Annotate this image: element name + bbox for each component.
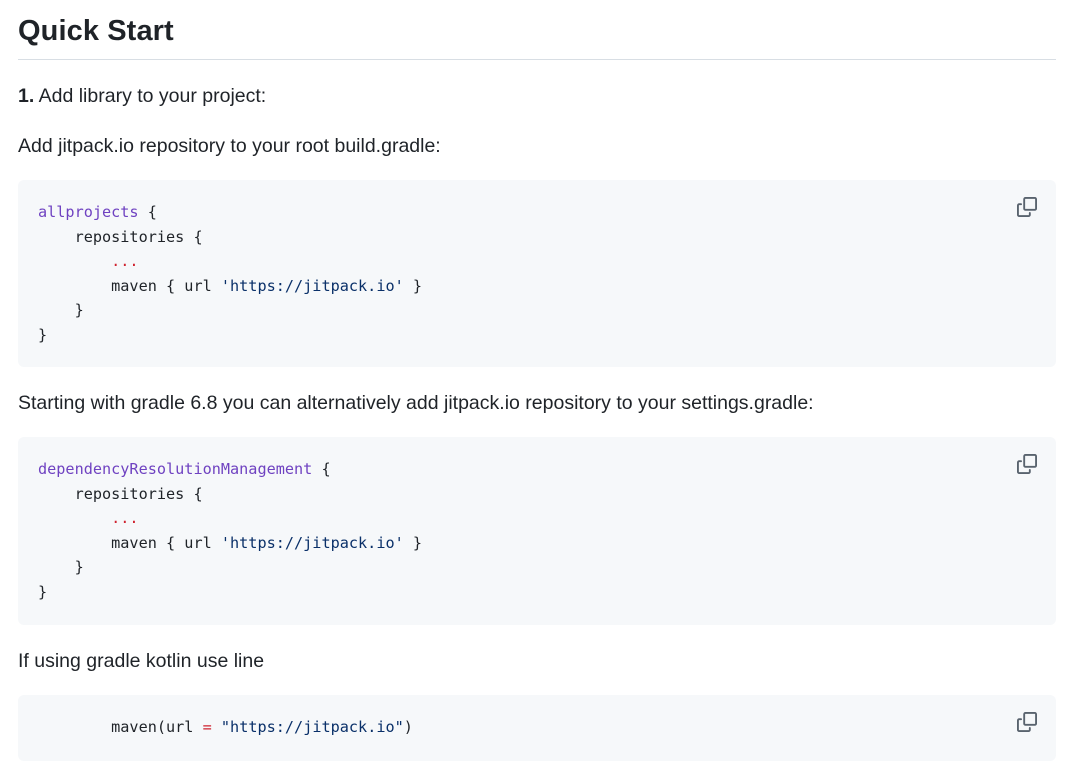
copy-button[interactable] xyxy=(1016,196,1038,218)
code-string: "https://jitpack.io" xyxy=(220,718,404,736)
code-block-build-gradle[interactable]: allprojects { repositories { ... maven {… xyxy=(18,180,1056,367)
copy-button[interactable] xyxy=(1016,453,1038,475)
code-text: } xyxy=(403,533,423,552)
code-kotlin[interactable]: maven(url = "https://jitpack.io") xyxy=(18,695,1056,760)
root-build-gradle-instruction: Add jitpack.io repository to your root b… xyxy=(18,135,441,157)
step-number: 1. xyxy=(18,85,35,107)
code-operator: = xyxy=(202,718,212,736)
code-text: } xyxy=(38,325,48,344)
copy-icon xyxy=(1017,712,1037,732)
code-text: } xyxy=(38,301,84,320)
code-settings-gradle[interactable]: dependencyResolutionManagement { reposit… xyxy=(18,437,1056,625)
code-text: } xyxy=(403,276,423,295)
code-text: maven(url xyxy=(38,718,203,736)
code-block-settings-gradle[interactable]: dependencyResolutionManagement { reposit… xyxy=(18,437,1056,625)
copy-icon xyxy=(1017,454,1037,474)
code-keyword: allprojects xyxy=(38,203,139,221)
code-text: ) xyxy=(403,718,413,736)
copy-icon xyxy=(1017,197,1037,217)
code-build-gradle[interactable]: allprojects { repositories { ... maven {… xyxy=(18,180,1056,368)
kotlin-instruction: If using gradle kotlin use line xyxy=(18,650,265,672)
readme-content: Quick Start 1. Add library to your proje… xyxy=(18,0,1056,761)
code-text: } xyxy=(38,582,48,601)
code-keyword: dependencyResolutionManagement xyxy=(38,460,313,478)
code-text: maven { url xyxy=(38,533,221,552)
code-text: repositories { xyxy=(38,484,203,503)
code-ellipsis: ... xyxy=(38,509,139,528)
code-ellipsis: ... xyxy=(38,252,139,271)
section-heading-quick-start: Quick Start xyxy=(18,0,1056,60)
code-text: maven { url xyxy=(38,276,221,295)
code-text: { xyxy=(312,460,331,478)
code-text: { xyxy=(138,203,157,221)
code-text: repositories { xyxy=(38,227,203,246)
code-string: 'https://jitpack.io' xyxy=(220,533,404,552)
copy-button[interactable] xyxy=(1016,711,1038,733)
code-text: } xyxy=(38,558,84,577)
step-1-text: 1. Add library to your project: xyxy=(18,83,266,109)
code-block-kotlin[interactable]: maven(url = "https://jitpack.io") xyxy=(18,695,1056,761)
code-string: 'https://jitpack.io' xyxy=(220,276,404,295)
step-1-label: Add library to your project: xyxy=(34,85,267,107)
settings-gradle-instruction: Starting with gradle 6.8 you can alterna… xyxy=(18,392,814,414)
